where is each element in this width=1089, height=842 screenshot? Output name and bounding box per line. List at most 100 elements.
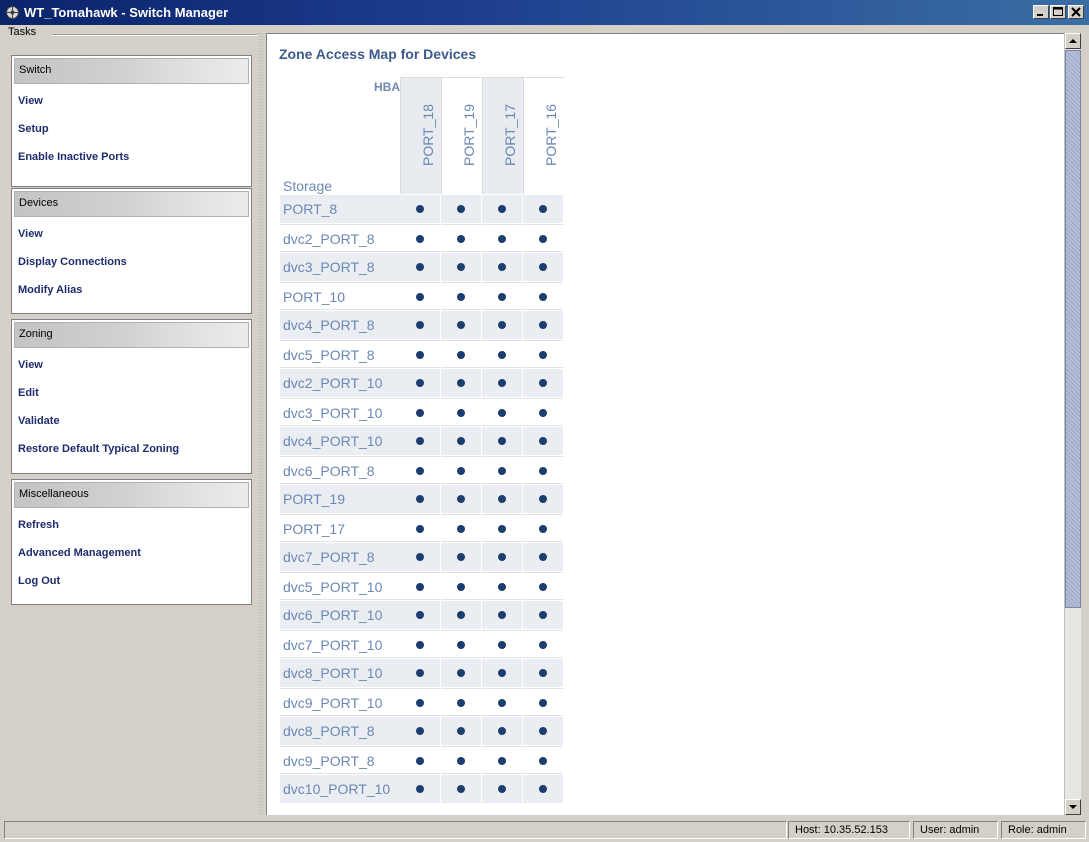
access-dot-icon: [416, 611, 424, 619]
window-title-bar: WT_Tomahawk - Switch Manager: [0, 0, 1089, 25]
zoning-validate-link[interactable]: Validate: [12, 407, 251, 435]
access-dot-icon: [416, 321, 424, 329]
zone-access-cell: [523, 775, 563, 803]
devices-view-link[interactable]: View: [12, 220, 251, 248]
group-header-switch: Switch: [14, 58, 249, 84]
zoning-edit-link[interactable]: Edit: [12, 379, 251, 407]
zone-map-row: dvc4_PORT_8: [280, 311, 565, 340]
zone-access-cell: [441, 572, 481, 600]
switch-setup-link[interactable]: Setup: [12, 115, 251, 143]
zone-access-cell: [400, 369, 440, 397]
zone-access-cell: [400, 195, 440, 223]
display-connections-link[interactable]: Display Connections: [12, 248, 251, 276]
access-dot-icon: [457, 583, 465, 591]
log-out-link[interactable]: Log Out: [12, 567, 251, 595]
enable-inactive-ports-link[interactable]: Enable Inactive Ports: [12, 143, 251, 171]
status-message: [4, 821, 787, 839]
zone-access-cell: [400, 630, 440, 658]
scroll-down-button[interactable]: [1065, 799, 1081, 815]
access-dot-icon: [457, 263, 465, 271]
zone-access-cell: [482, 398, 522, 426]
storage-port-label: dvc7_PORT_8: [280, 543, 400, 571]
close-button[interactable]: [1068, 5, 1084, 19]
access-dot-icon: [416, 293, 424, 301]
modify-alias-link[interactable]: Modify Alias: [12, 276, 251, 304]
zone-access-cell: [523, 746, 563, 774]
zone-access-cell: [441, 456, 481, 484]
hba-port-label: PORT_17: [502, 104, 518, 166]
access-dot-icon: [539, 235, 547, 243]
zone-access-cell: [482, 775, 522, 803]
zone-access-cell: [482, 543, 522, 571]
access-dot-icon: [498, 293, 506, 301]
vertical-scrollbar[interactable]: [1064, 33, 1081, 815]
access-dot-icon: [539, 669, 547, 677]
storage-port-label: PORT_19: [280, 485, 400, 513]
zone-access-cell: [400, 717, 440, 745]
access-dot-icon: [539, 583, 547, 591]
zone-access-cell: [482, 746, 522, 774]
zoning-view-link[interactable]: View: [12, 351, 251, 379]
access-dot-icon: [498, 525, 506, 533]
zone-access-cell: [400, 514, 440, 542]
storage-port-label: dvc10_PORT_10: [280, 775, 400, 803]
zone-access-cell: [523, 630, 563, 658]
zone-access-cell: [523, 543, 563, 571]
refresh-link[interactable]: Refresh: [12, 511, 251, 539]
storage-port-label: dvc8_PORT_10: [280, 659, 400, 687]
scroll-up-button[interactable]: [1065, 33, 1081, 49]
advanced-management-link[interactable]: Advanced Management: [12, 539, 251, 567]
access-dot-icon: [416, 757, 424, 765]
window-title: WT_Tomahawk - Switch Manager: [24, 5, 229, 20]
hba-column-header: PORT_18: [400, 77, 441, 194]
storage-port-label: PORT_10: [280, 282, 400, 310]
group-header-miscellaneous: Miscellaneous: [14, 482, 249, 508]
zone-access-cell: [482, 688, 522, 716]
zoning-task-group: Zoning View Edit Validate Restore Defaul…: [11, 319, 252, 474]
zone-access-cell: [400, 282, 440, 310]
access-dot-icon: [416, 351, 424, 359]
restore-default-zoning-link[interactable]: Restore Default Typical Zoning: [12, 435, 251, 463]
access-dot-icon: [539, 611, 547, 619]
zone-map-row: PORT_19: [280, 485, 565, 514]
zone-map-row: PORT_10: [280, 282, 565, 311]
hba-port-label: PORT_18: [420, 104, 436, 166]
zone-map-row: dvc4_PORT_10: [280, 427, 565, 456]
hba-port-label: PORT_19: [461, 104, 477, 166]
access-dot-icon: [498, 727, 506, 735]
zone-map-row: dvc7_PORT_10: [280, 630, 565, 659]
zone-access-cell: [482, 485, 522, 513]
access-dot-icon: [539, 379, 547, 387]
access-dot-icon: [416, 409, 424, 417]
zone-access-cell: [400, 456, 440, 484]
access-dot-icon: [498, 205, 506, 213]
access-dot-icon: [416, 263, 424, 271]
storage-port-label: dvc6_PORT_8: [280, 456, 400, 484]
zone-access-cell: [523, 601, 563, 629]
zone-access-cell: [482, 369, 522, 397]
zone-map-row: dvc9_PORT_8: [280, 746, 565, 775]
switch-view-link[interactable]: View: [12, 87, 251, 115]
zone-map-row: dvc2_PORT_8: [280, 224, 565, 253]
zone-access-cell: [482, 282, 522, 310]
access-dot-icon: [539, 437, 547, 445]
zone-access-cell: [482, 340, 522, 368]
zone-access-cell: [523, 514, 563, 542]
minimize-button[interactable]: [1033, 5, 1049, 19]
zone-map-row: dvc8_PORT_8: [280, 717, 565, 746]
zone-access-cell: [482, 195, 522, 223]
zone-access-cell: [400, 601, 440, 629]
zone-access-cell: [441, 311, 481, 339]
access-dot-icon: [498, 467, 506, 475]
switch-task-group: Switch View Setup Enable Inactive Ports: [11, 55, 252, 187]
maximize-button[interactable]: [1050, 5, 1066, 19]
storage-port-label: dvc9_PORT_8: [280, 746, 400, 774]
access-dot-icon: [498, 785, 506, 793]
access-dot-icon: [416, 785, 424, 793]
panel-splitter[interactable]: [258, 33, 264, 815]
status-bar: Host: 10.35.52.153 User: admin Role: adm…: [0, 818, 1089, 842]
access-dot-icon: [539, 495, 547, 503]
scroll-thumb[interactable]: [1065, 50, 1081, 608]
access-dot-icon: [416, 699, 424, 707]
zone-access-cell: [441, 369, 481, 397]
